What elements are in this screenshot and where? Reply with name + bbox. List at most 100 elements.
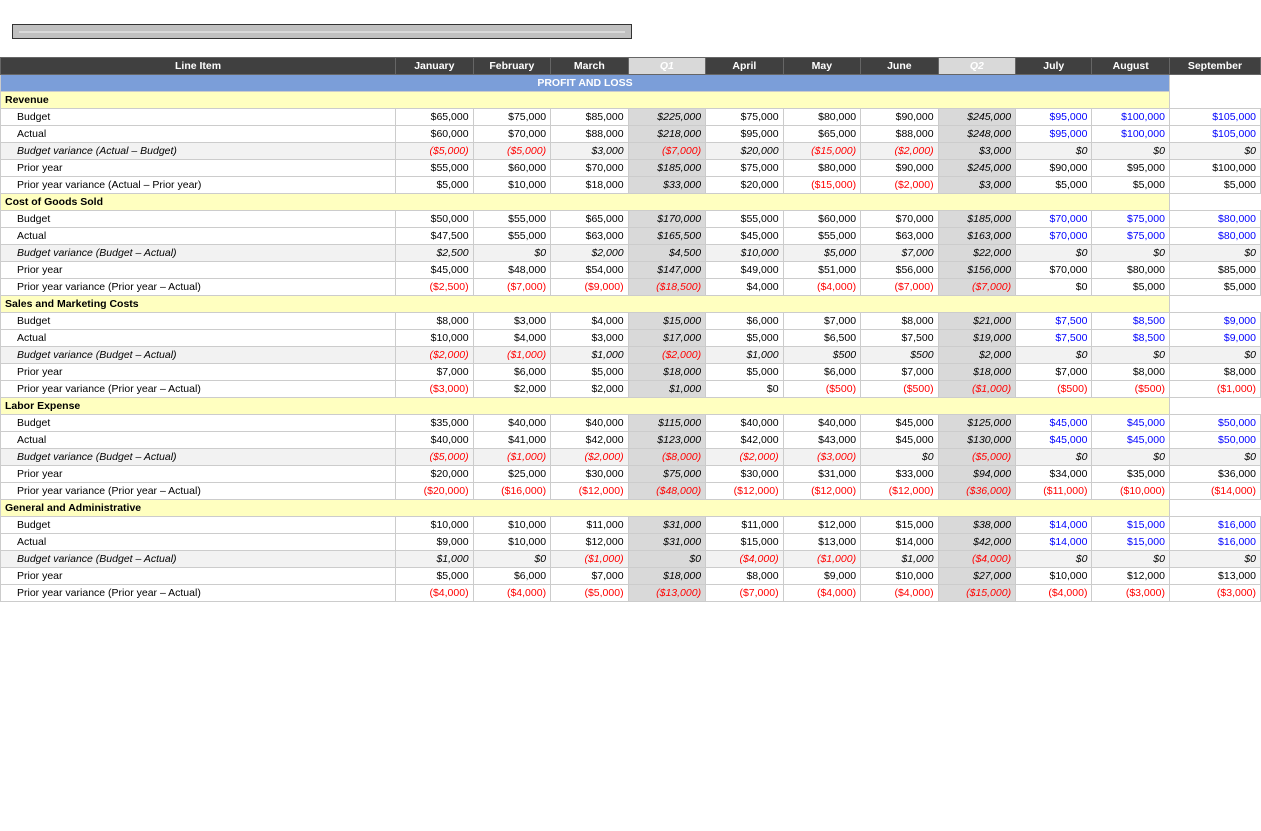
cell-value: ($500) (783, 381, 861, 398)
cell-value: $218,000 (628, 126, 706, 143)
cell-value: $3,000 (551, 143, 629, 160)
cell-value: ($500) (861, 381, 939, 398)
cell-value: $1,000 (706, 347, 784, 364)
cell-value: $7,000 (861, 245, 939, 262)
table-row: Budget$10,000$10,000$11,000$31,000$11,00… (1, 517, 1261, 534)
cell-value: ($4,000) (938, 551, 1016, 568)
cell-value: ($12,000) (861, 483, 939, 500)
cell-value: $0 (628, 551, 706, 568)
cell-value: $70,000 (861, 211, 939, 228)
cell-value: $15,000 (861, 517, 939, 534)
cell-value: ($3,000) (1169, 585, 1260, 602)
cell-value: $25,000 (473, 466, 551, 483)
row-label: Prior year (1, 568, 396, 585)
cell-value: $5,000 (1092, 177, 1170, 194)
cell-value: $2,000 (473, 381, 551, 398)
row-label: Budget (1, 517, 396, 534)
cell-value: $75,000 (473, 109, 551, 126)
cell-value: $43,000 (783, 432, 861, 449)
category-label: General and Administrative (1, 500, 1170, 517)
cell-value: $12,000 (551, 534, 629, 551)
cell-value: $70,000 (473, 126, 551, 143)
table-row: Budget$8,000$3,000$4,000$15,000$6,000$7,… (1, 313, 1261, 330)
cell-value: $80,000 (1169, 228, 1260, 245)
cell-value: $225,000 (628, 109, 706, 126)
cell-value: $9,000 (783, 568, 861, 585)
cell-value: ($14,000) (1169, 483, 1260, 500)
cell-value: $75,000 (1092, 228, 1170, 245)
cell-value: $11,000 (551, 517, 629, 534)
cell-value: $2,000 (938, 347, 1016, 364)
cell-value: ($12,000) (551, 483, 629, 500)
table-row: Prior year$20,000$25,000$30,000$75,000$3… (1, 466, 1261, 483)
cell-value: $2,500 (396, 245, 474, 262)
cell-value: ($1,000) (473, 347, 551, 364)
table-row: Actual$47,500$55,000$63,000$165,500$45,0… (1, 228, 1261, 245)
cell-value: ($1,000) (938, 381, 1016, 398)
cell-value: ($1,000) (1169, 381, 1260, 398)
cell-value: $245,000 (938, 160, 1016, 177)
cell-value: $0 (1016, 449, 1092, 466)
cell-value: $60,000 (396, 126, 474, 143)
row-label: Prior year (1, 262, 396, 279)
cell-value: $56,000 (861, 262, 939, 279)
category-label: Cost of Goods Sold (1, 194, 1170, 211)
cell-value: $0 (861, 449, 939, 466)
cell-value: $7,000 (551, 568, 629, 585)
cell-value: $7,000 (861, 364, 939, 381)
table-row: Actual$60,000$70,000$88,000$218,000$95,0… (1, 126, 1261, 143)
cell-value: $7,000 (783, 313, 861, 330)
cell-value: $80,000 (1092, 262, 1170, 279)
cell-value: $45,000 (706, 228, 784, 245)
cell-value: $34,000 (1016, 466, 1092, 483)
cell-value: $2,000 (551, 381, 629, 398)
table-row: Prior year variance (Prior year – Actual… (1, 279, 1261, 296)
row-label: Actual (1, 432, 396, 449)
cell-value: $55,000 (396, 160, 474, 177)
cell-value: $4,000 (706, 279, 784, 296)
col-header-jan: January (396, 58, 474, 75)
cell-value: $18,000 (938, 364, 1016, 381)
row-label: Budget variance (Budget – Actual) (1, 551, 396, 568)
cell-value: $0 (1169, 551, 1260, 568)
cell-value: ($500) (1016, 381, 1092, 398)
row-label: Budget (1, 415, 396, 432)
cell-value: ($1,000) (783, 551, 861, 568)
col-header-lineitem: Line Item (1, 58, 396, 75)
cell-value: $10,000 (706, 245, 784, 262)
header (0, 0, 1261, 16)
cell-value: $40,000 (473, 415, 551, 432)
cell-value: $70,000 (551, 160, 629, 177)
cell-value: $165,500 (628, 228, 706, 245)
cell-value: $130,000 (938, 432, 1016, 449)
cell-value: ($7,000) (706, 585, 784, 602)
cell-value: $8,000 (1092, 364, 1170, 381)
category-row: Cost of Goods Sold (1, 194, 1261, 211)
cell-value: $10,000 (861, 568, 939, 585)
table-row: Budget variance (Budget – Actual)$2,500$… (1, 245, 1261, 262)
row-label: Budget variance (Budget – Actual) (1, 347, 396, 364)
cell-value: $80,000 (783, 109, 861, 126)
cell-value: $42,000 (551, 432, 629, 449)
cell-value: $5,000 (1016, 177, 1092, 194)
cell-value: $60,000 (783, 211, 861, 228)
row-label: Budget variance (Budget – Actual) (1, 449, 396, 466)
cell-value: ($1,000) (551, 551, 629, 568)
cell-value: $0 (706, 381, 784, 398)
cell-value: ($4,000) (1016, 585, 1092, 602)
cell-value: $0 (1016, 143, 1092, 160)
cell-value: ($10,000) (1092, 483, 1170, 500)
cell-value: $105,000 (1169, 126, 1260, 143)
cell-value: $16,000 (1169, 534, 1260, 551)
cell-value: $3,000 (473, 313, 551, 330)
cell-value: $40,000 (551, 415, 629, 432)
cell-value: $40,000 (706, 415, 784, 432)
cell-value: $10,000 (473, 534, 551, 551)
table-row: Budget$65,000$75,000$85,000$225,000$75,0… (1, 109, 1261, 126)
table-row: Budget variance (Budget – Actual)($5,000… (1, 449, 1261, 466)
table-row: Budget$50,000$55,000$65,000$170,000$55,0… (1, 211, 1261, 228)
cell-value: $95,000 (1016, 126, 1092, 143)
cell-value: $1,000 (396, 551, 474, 568)
cell-value: $4,000 (473, 330, 551, 347)
cell-value: $14,000 (1016, 517, 1092, 534)
